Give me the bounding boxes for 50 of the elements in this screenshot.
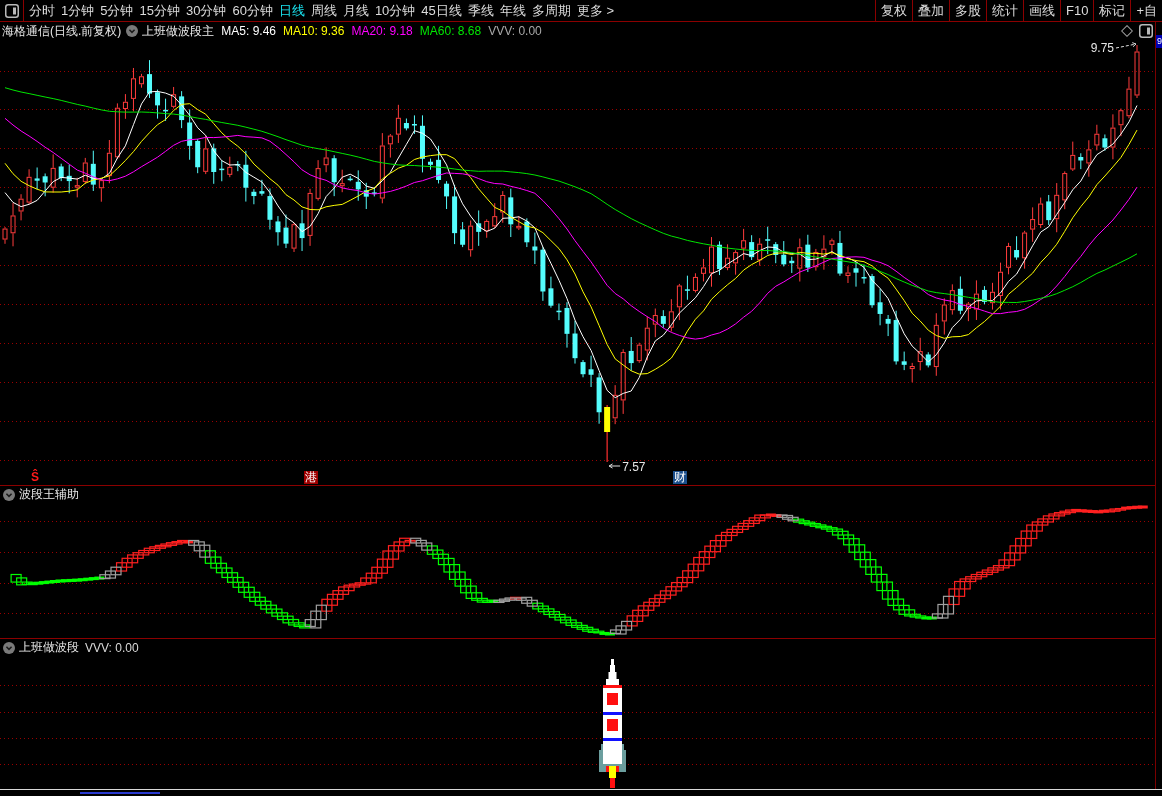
period-tab[interactable]: 10分钟 xyxy=(371,0,419,21)
period-tab[interactable]: 日线 xyxy=(275,0,308,21)
period-tab[interactable]: 周线 xyxy=(307,0,340,21)
period-tab[interactable]: 分时 xyxy=(26,0,58,21)
chevron-down-icon[interactable] xyxy=(3,488,15,501)
period-tab[interactable]: 60分钟 xyxy=(229,0,276,21)
price-axis-label: 9 xyxy=(1156,35,1162,48)
indicator-value: VVV: 0.00 xyxy=(488,24,542,38)
period-tab[interactable]: 45日线 xyxy=(418,0,465,21)
toolbar-button[interactable]: 统计 xyxy=(986,0,1023,21)
period-tab[interactable]: 30分钟 xyxy=(182,0,230,21)
high-price-label: 9.75 xyxy=(1090,41,1114,55)
period-tab[interactable]: 年线 xyxy=(496,0,529,21)
indicator-name: 上班做波段主 xyxy=(142,22,215,40)
indicator-value: MA60: 8.68 xyxy=(419,24,482,38)
period-tab[interactable]: 季线 xyxy=(464,0,497,21)
toolbar-button[interactable]: 多股 xyxy=(949,0,986,21)
indicator-value: VVV: 0.00 xyxy=(85,640,139,655)
period-tab[interactable]: 月线 xyxy=(339,0,372,21)
signal-marker: Ŝ xyxy=(31,471,40,484)
panel-toggle-icon[interactable] xyxy=(1139,24,1153,38)
toolbar-button[interactable]: +自 xyxy=(1130,0,1162,21)
toolbar-button[interactable]: 画线 xyxy=(1023,0,1060,21)
leader-arrow xyxy=(1115,42,1137,49)
chevron-down-icon[interactable] xyxy=(3,641,15,654)
period-tab[interactable]: 5分钟 xyxy=(97,0,137,21)
event-tag: 财 xyxy=(673,471,688,484)
chevron-down-icon[interactable] xyxy=(126,25,139,37)
rocket-icon xyxy=(599,659,626,788)
low-price-label: 7.57 xyxy=(622,460,646,474)
indicator-value: MA10: 9.36 xyxy=(283,24,345,38)
toolbar-button[interactable]: 标记 xyxy=(1093,0,1131,21)
toolbar-button[interactable]: 复权 xyxy=(875,0,912,21)
panel-title: 波段王辅助 xyxy=(19,486,79,503)
toolbar-button[interactable]: F10 xyxy=(1060,0,1094,21)
period-tab[interactable]: 多周期 xyxy=(528,0,574,21)
period-tab[interactable]: 更多 > xyxy=(573,0,618,21)
event-tag: 港 xyxy=(304,471,319,484)
panel-title: 上班做波段 xyxy=(19,639,79,656)
period-tab[interactable]: 1分钟 xyxy=(58,0,98,21)
indicator-value: MA20: 9.18 xyxy=(351,24,413,38)
highlighted-candle xyxy=(604,404,611,463)
leader-arrow xyxy=(608,463,621,469)
stock-title: 海格通信(日线.前复权) xyxy=(2,22,122,40)
indicator-value: MA5: 9.46 xyxy=(221,24,277,38)
scrollbar-thumb[interactable] xyxy=(80,792,160,794)
panel-toggle-icon[interactable] xyxy=(4,3,19,18)
toolbar-button[interactable]: 叠加 xyxy=(912,0,949,21)
diamond-icon[interactable] xyxy=(1121,25,1133,37)
period-tab[interactable]: 15分钟 xyxy=(136,0,183,21)
